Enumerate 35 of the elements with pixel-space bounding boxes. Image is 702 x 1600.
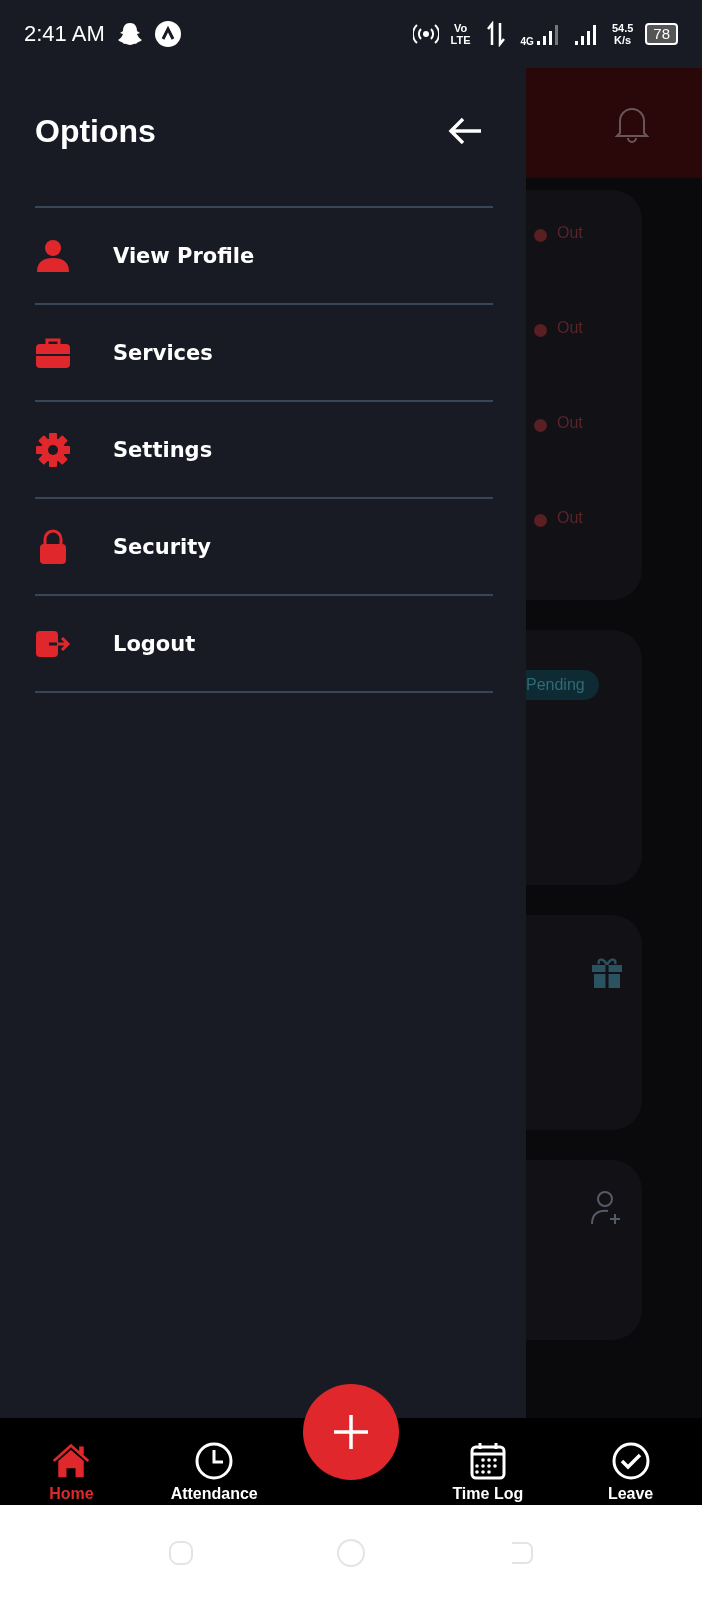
status-label: Out [557, 319, 583, 337]
app-logo-icon [154, 21, 181, 47]
check-circle-icon [610, 1441, 651, 1481]
volte-indicator: Vo LTE [450, 22, 471, 46]
home-circle-icon[interactable] [336, 1537, 366, 1568]
clock-icon [194, 1441, 235, 1481]
status-dot [534, 419, 547, 432]
drawer-menu-item[interactable]: Logout [35, 596, 493, 693]
hotspot-icon [412, 21, 439, 47]
drawer-title: Options [35, 112, 156, 150]
person-icon [35, 237, 71, 274]
nav-tab[interactable]: Time Log [416, 1440, 560, 1505]
drawer-menu-item[interactable]: Security [35, 499, 493, 596]
nav-tab[interactable]: Attendance [142, 1440, 286, 1505]
drawer-menu-item[interactable]: View Profile [35, 208, 493, 305]
nav-tab[interactable]: Leave [559, 1440, 702, 1505]
status-dot [534, 514, 547, 527]
status-dot [534, 229, 547, 242]
status-label: Out [557, 509, 583, 527]
status-time: 2:41 AM [24, 21, 105, 47]
drawer-menu-item[interactable]: Services [35, 305, 493, 402]
status-dot [534, 324, 547, 337]
back-arrow-icon[interactable] [447, 116, 483, 146]
network-type: 4G [520, 36, 534, 47]
status-label: Out [557, 224, 583, 242]
plus-icon [331, 1412, 371, 1452]
pending-badge: Pending [526, 670, 599, 700]
network-speed: 54.5 K/s [611, 22, 634, 46]
battery-level: 78 [645, 23, 678, 45]
nav-tab[interactable]: Home [0, 1440, 143, 1505]
drawer-menu-item[interactable]: Settings [35, 402, 493, 499]
ghost-icon [116, 21, 143, 47]
settings-icon [35, 431, 71, 468]
status-label: Out [557, 414, 583, 432]
gift-icon [590, 955, 624, 989]
